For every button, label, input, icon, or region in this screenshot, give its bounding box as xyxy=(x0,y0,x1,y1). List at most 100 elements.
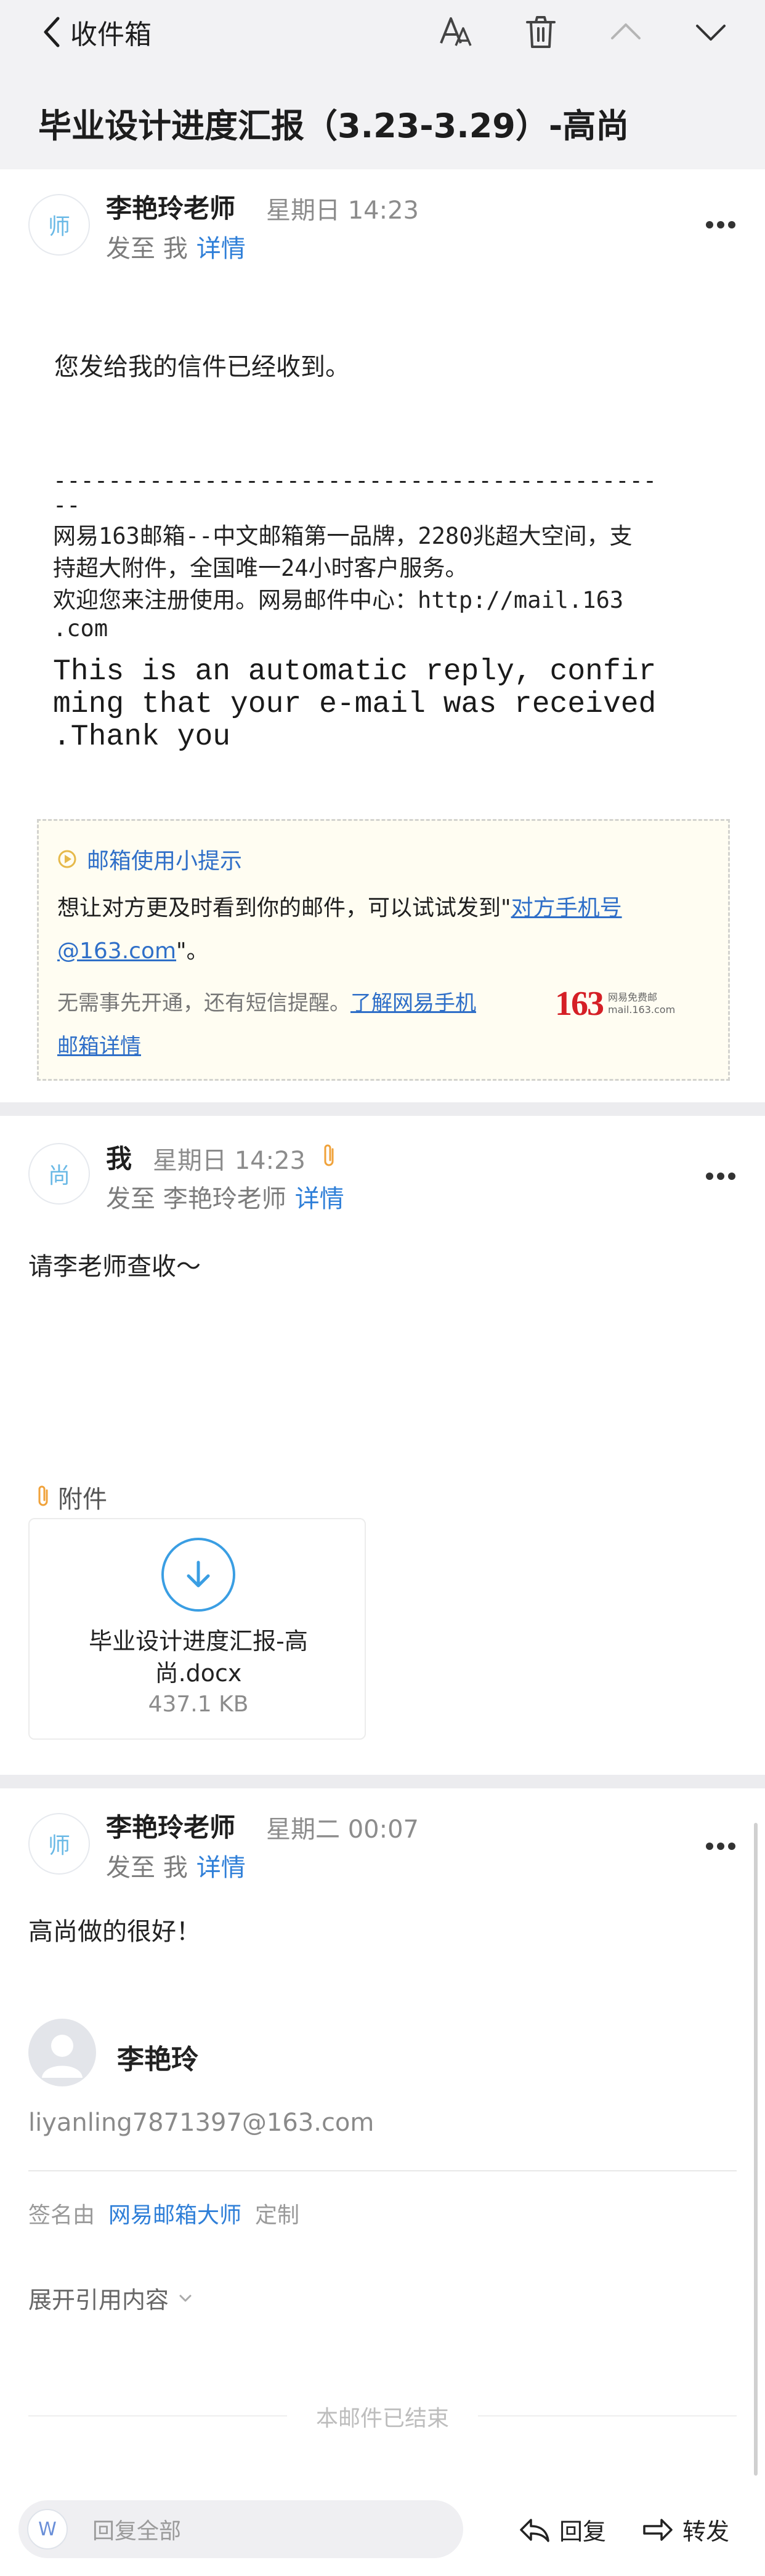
paperclip-icon xyxy=(324,1144,334,1166)
forward-label: 转发 xyxy=(682,2518,730,2545)
attachment-name: 尚.docx xyxy=(155,1660,242,1687)
font-size-icon[interactable] xyxy=(437,14,474,50)
divider-line: ----------------------------------------… xyxy=(53,467,657,494)
detail-link[interactable]: 详情 xyxy=(295,1185,344,1213)
play-icon xyxy=(58,850,76,868)
promo-text: 欢迎您来注册使用。网易邮件中心：http://mail.163 xyxy=(53,587,624,613)
attachment-label-text: 附件 xyxy=(58,1485,107,1514)
tip-text: 想让对方更及时看到你的邮件，可以试试发到" xyxy=(57,895,511,921)
forward-icon xyxy=(643,2518,673,2541)
scrollbar[interactable] xyxy=(754,1823,758,2476)
download-icon[interactable] xyxy=(161,1538,235,1612)
avatar[interactable]: 尚 xyxy=(28,1143,90,1205)
signed-app-link[interactable]: 网易邮箱大师 xyxy=(108,2203,241,2228)
promo-text: .com xyxy=(53,615,108,642)
recipients-text: 发至 我 xyxy=(106,235,188,263)
more-dot xyxy=(717,1173,724,1180)
attachment-size: 437.1 KB xyxy=(148,1692,249,1717)
arrow-down-icon xyxy=(187,1561,210,1588)
tip-link[interactable]: 对方手机号 xyxy=(511,895,622,921)
recipients: 发至 我详情 xyxy=(106,1847,246,1883)
more-options-button[interactable] xyxy=(706,1173,735,1181)
attachment-card[interactable]: 毕业设计进度汇报-高 尚.docx 437.1 KB xyxy=(28,1518,366,1740)
message-time: 星期日 14:23 xyxy=(153,1147,306,1175)
recipients-text: 发至 我 xyxy=(106,1854,188,1882)
expand-quote-label: 展开引用内容 xyxy=(28,2287,169,2314)
avatar: W xyxy=(27,2509,68,2550)
tip-line: 无需事先开通，还有短信提醒。了解网易手机 xyxy=(57,986,476,1016)
end-of-mail-note: 本邮件已结束 xyxy=(315,2406,449,2431)
message-time: 星期日 14:23 xyxy=(266,196,419,225)
tip-title: 邮箱使用小提示 xyxy=(57,843,242,875)
chevron-up-icon[interactable] xyxy=(607,14,644,50)
reply-all-placeholder: 回复全部 xyxy=(92,2519,182,2544)
back-label: 收件箱 xyxy=(70,19,152,50)
message-card: 师 李艳玲老师 星期二 00:07 发至 我详情 高尚做的很好！ xyxy=(0,1788,765,2488)
detail-link[interactable]: 详情 xyxy=(196,235,246,263)
tip-line: @163.com"。 xyxy=(57,933,209,965)
more-dot xyxy=(706,1173,713,1180)
reply-all-input[interactable]: W 回复全部 xyxy=(18,2500,463,2558)
tip-link[interactable]: 邮箱详情 xyxy=(57,1034,141,1059)
attachment-section-label: 附件 xyxy=(36,1479,107,1515)
logo-number: 163 xyxy=(555,985,604,1023)
auto-reply-text: ming that your e-mail was received xyxy=(53,688,657,721)
recipients: 发至 我详情 xyxy=(106,228,246,264)
more-options-button[interactable] xyxy=(706,1843,735,1851)
signature-name: 李艳玲 xyxy=(117,2044,198,2075)
message-body: 请李老师查收～ xyxy=(28,1253,201,1281)
more-dot xyxy=(728,221,735,228)
detail-link[interactable]: 详情 xyxy=(196,1854,246,1882)
tip-link[interactable]: 了解网易手机 xyxy=(350,991,476,1015)
avatar[interactable]: 师 xyxy=(28,1813,90,1875)
bottom-action-bar: W 回复全部 回复 转发 xyxy=(0,2488,765,2576)
more-dot xyxy=(728,1843,735,1850)
logo-text: 网易免费邮 mail.163.com xyxy=(608,991,675,1016)
divider xyxy=(28,2170,737,2171)
paperclip-icon xyxy=(38,1485,48,1506)
logo-text-line: mail.163.com xyxy=(608,1004,676,1015)
promo-text: 网易163邮箱--中文邮箱第一品牌，2280兆超大空间，支 xyxy=(53,523,633,549)
tip-text: 无需事先开通，还有短信提醒。 xyxy=(57,991,350,1015)
message-time: 星期二 00:07 xyxy=(266,1815,419,1844)
more-dot xyxy=(717,221,724,228)
tip-link[interactable]: @163.com xyxy=(57,939,176,964)
trash-icon[interactable] xyxy=(522,14,559,50)
signed-by-text: 签名由 xyxy=(28,2203,95,2228)
more-dot xyxy=(728,1173,735,1180)
more-dot xyxy=(706,1843,713,1850)
sender-name: 李艳玲老师 xyxy=(106,1812,236,1843)
message-separator xyxy=(0,1775,765,1788)
tip-line: 邮箱详情 xyxy=(57,1029,141,1059)
sender-name: 我 xyxy=(106,1144,132,1174)
recipients-text: 发至 李艳玲老师 xyxy=(106,1185,286,1213)
reply-label: 回复 xyxy=(559,2518,607,2545)
recipients: 发至 李艳玲老师 详情 xyxy=(106,1179,344,1214)
message-body: 高尚做的很好！ xyxy=(28,1918,201,1946)
back-button[interactable]: 收件箱 xyxy=(41,12,152,52)
more-options-button[interactable] xyxy=(706,221,735,230)
top-bar: 收件箱 毕业设计进度汇报（3.23-3.29）-高尚 xyxy=(0,0,765,169)
expand-quote-button[interactable]: 展开引用内容 xyxy=(28,2281,193,2315)
chevron-down-icon[interactable] xyxy=(692,14,729,50)
netease-163-logo: 163 网易免费邮 mail.163.com xyxy=(555,984,675,1024)
more-dot xyxy=(706,221,713,228)
tip-line: 想让对方更及时看到你的邮件，可以试试发到"对方手机号 xyxy=(57,890,622,922)
avatar[interactable]: 师 xyxy=(28,194,90,256)
signature-email[interactable]: liyanling7871397@163.com xyxy=(28,2109,374,2137)
signature-avatar xyxy=(28,2019,96,2086)
mail-tip-box: 邮箱使用小提示 想让对方更及时看到你的邮件，可以试试发到"对方手机号 @163.… xyxy=(37,819,730,1081)
signature-credit: 签名由 网易邮箱大师 定制 xyxy=(28,2197,299,2229)
auto-reply-text: This is an automatic reply, confir xyxy=(53,655,657,688)
divider-line: -- xyxy=(53,492,81,519)
message-separator xyxy=(0,1102,765,1116)
message-body: 您发给我的信件已经收到。 xyxy=(54,353,350,381)
signed-custom-link[interactable]: 定制 xyxy=(255,2203,299,2228)
reply-button[interactable]: 回复 xyxy=(519,2513,606,2546)
attachment-name: 毕业设计进度汇报-高 xyxy=(89,1628,308,1655)
chevron-down-icon xyxy=(179,2295,192,2301)
promo-text: 持超大附件，全国唯一24小时客户服务。 xyxy=(53,555,468,581)
more-dot xyxy=(717,1843,724,1850)
user-silhouette-icon xyxy=(42,2035,83,2078)
forward-button[interactable]: 转发 xyxy=(642,2513,729,2546)
